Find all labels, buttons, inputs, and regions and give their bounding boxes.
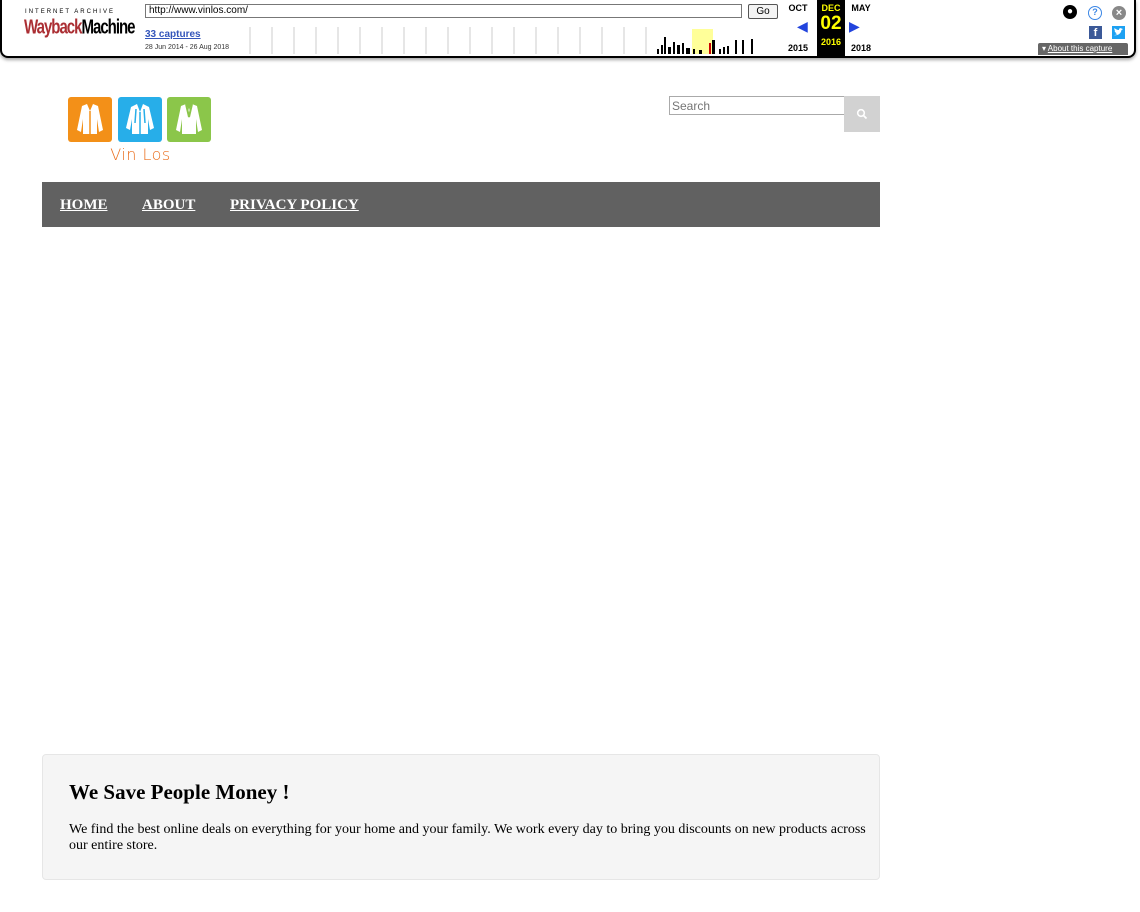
nav-about-link[interactable]: ABOUT	[142, 197, 195, 214]
promo-title: We Save People Money !	[69, 780, 290, 804]
url-input[interactable]: http://www.vinlos.com/	[145, 4, 742, 18]
current-day: 02	[820, 13, 842, 34]
jacket-blue-tile-icon	[118, 97, 162, 142]
user-icon[interactable]: ●	[1063, 5, 1077, 19]
main-nav: HOME ABOUT PRIVACY POLICY	[42, 182, 880, 227]
search-icon	[856, 108, 868, 120]
next-year-link[interactable]: 2018	[847, 43, 875, 53]
capture-sparkline[interactable]	[245, 27, 760, 54]
about-capture-button[interactable]: ▾ About this capture	[1038, 43, 1128, 55]
brand-name: Vin Los	[110, 145, 171, 164]
jacket-orange-tile-icon	[68, 97, 112, 142]
captures-link[interactable]: 33 captures	[145, 29, 201, 40]
logo-internet-archive: INTERNET ARCHIVE	[25, 9, 115, 15]
prev-year-link[interactable]: 2015	[784, 43, 812, 53]
prev-capture-arrow-icon[interactable]: ◀	[797, 19, 808, 33]
logo-wayback-machine: WaybackMachine	[24, 16, 136, 39]
search-input[interactable]	[669, 96, 845, 115]
current-capture-date: DEC 02 2016	[817, 0, 845, 57]
go-button[interactable]: Go	[748, 4, 778, 19]
facebook-icon[interactable]: f	[1089, 26, 1102, 39]
wayback-toolbar: INTERNET ARCHIVE WaybackMachine http://w…	[0, 0, 1136, 58]
current-year: 2016	[820, 37, 842, 47]
jacket-green-tile-icon	[167, 97, 211, 142]
nav-home-link[interactable]: HOME	[60, 197, 108, 214]
search-button[interactable]	[844, 96, 880, 132]
nav-privacy-link[interactable]: PRIVACY POLICY	[230, 197, 359, 214]
current-month: DEC	[821, 3, 841, 13]
site-logo[interactable]: Vin Los	[68, 97, 213, 169]
help-icon[interactable]: ?	[1088, 6, 1102, 20]
next-month-link[interactable]: MAY	[847, 3, 875, 13]
twitter-icon[interactable]	[1112, 26, 1125, 39]
promo-text: We find the best online deals on everyth…	[69, 822, 866, 853]
close-icon[interactable]: ×	[1112, 6, 1126, 20]
promo-box: We Save People Money ! We find the best …	[42, 754, 880, 880]
wayback-logo[interactable]: INTERNET ARCHIVE WaybackMachine	[24, 9, 136, 45]
capture-date-range: 28 Jun 2014 - 26 Aug 2018	[145, 44, 230, 51]
next-capture-arrow-icon[interactable]: ▶	[849, 19, 860, 33]
prev-month-link[interactable]: OCT	[784, 3, 812, 13]
